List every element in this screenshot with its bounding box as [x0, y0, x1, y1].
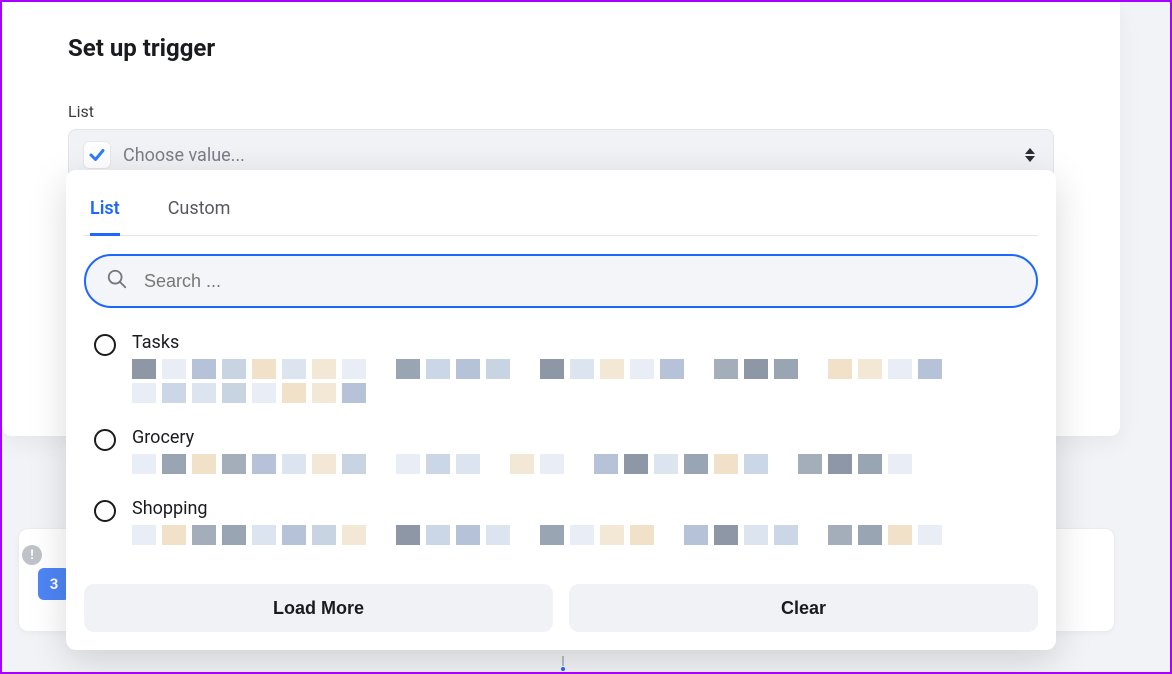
radio-icon: [94, 500, 116, 522]
app-tick-icon: [83, 141, 111, 169]
search-input[interactable]: [84, 254, 1038, 308]
radio-icon: [94, 429, 116, 451]
option-title: Shopping: [132, 498, 1038, 519]
connector-tick-icon: [558, 656, 568, 672]
search-icon: [106, 268, 128, 294]
redacted-text: [132, 525, 1038, 545]
page-title: Set up trigger: [68, 34, 1054, 62]
search-wrap: [84, 254, 1038, 308]
redacted-text: [132, 359, 1038, 379]
list-option-grocery[interactable]: Grocery: [94, 421, 1038, 492]
list-option-shopping[interactable]: Shopping: [94, 492, 1038, 563]
load-more-button[interactable]: Load More: [84, 584, 553, 632]
option-title: Grocery: [132, 427, 1038, 448]
radio-icon: [94, 334, 116, 356]
field-label-list: List: [68, 102, 1054, 121]
options-list: Tasks Grocery Shopping: [84, 326, 1038, 578]
redacted-text: [132, 454, 1038, 474]
tab-custom[interactable]: Custom: [168, 190, 231, 236]
list-option-tasks[interactable]: Tasks: [94, 326, 1038, 421]
option-title: Tasks: [132, 332, 1038, 353]
select-caret-icon: [1021, 147, 1039, 163]
clear-button[interactable]: Clear: [569, 584, 1038, 632]
list-dropdown-panel: List Custom Tasks Grocery: [66, 170, 1056, 650]
alert-badge-icon: !: [22, 545, 42, 565]
redacted-text: [132, 383, 1038, 403]
dropdown-actions: Load More Clear: [84, 584, 1038, 632]
dropdown-tabs: List Custom: [84, 190, 1038, 236]
select-placeholder: Choose value...: [123, 145, 1021, 166]
tab-list[interactable]: List: [90, 190, 120, 236]
